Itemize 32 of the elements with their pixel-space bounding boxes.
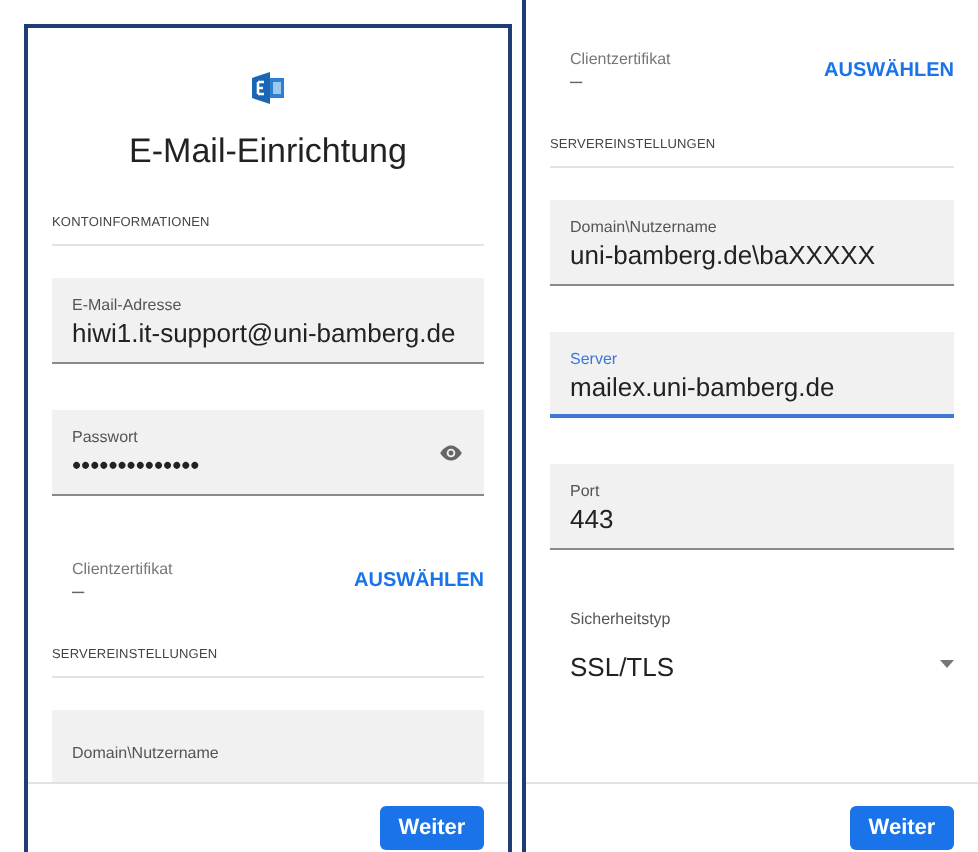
select-link[interactable]: AUSWÄHLEN [354, 570, 484, 592]
field-value: •••••••••••••• [72, 447, 202, 481]
field-value: – [72, 580, 87, 604]
text-field[interactable]: E-Mail-Adresse hiwi1.it-support@uni-bamberg.de [52, 278, 484, 364]
dropdown-field[interactable]: Sicherheitstyp SSL/TLS [570, 608, 954, 684]
eye-icon[interactable] [438, 440, 464, 466]
text-field[interactable]: Domain\Nutzername uni-bamberg.de\baXXXXX [550, 200, 954, 286]
field-value: SSL/TLS [570, 650, 677, 684]
logo-icon [252, 72, 284, 104]
next-button[interactable]: Weiter [380, 806, 484, 850]
text-field[interactable]: Server mailex.uni-bamberg.de [550, 332, 954, 418]
screen-title: E-Mail-Einrichtung [129, 132, 407, 172]
field-label: Clientzertifikat [72, 558, 175, 580]
caret-icon [940, 660, 954, 668]
select-link[interactable]: AUSWÄHLEN [824, 60, 954, 82]
field-value: uni-bamberg.de\baXXXXX [570, 237, 877, 271]
field-label: Domain\Nutzername [72, 742, 221, 764]
field-value: – [570, 70, 585, 94]
field-label: E-Mail-Adresse [72, 293, 184, 315]
field-value: hiwi1.it-support@uni-bamberg.de [72, 315, 458, 349]
field-label: Domain\Nutzername [570, 215, 719, 237]
field-label: Clientzertifikat [570, 48, 673, 70]
field-label: Passwort [72, 425, 140, 447]
field-label: Server [570, 347, 620, 369]
field-value: 443 [570, 501, 616, 535]
text-field[interactable]: Port 443 [550, 464, 954, 550]
next-button[interactable]: Weiter [850, 806, 954, 850]
password-field[interactable]: Passwort •••••••••••••• [52, 410, 484, 496]
field-value: mailex.uni-bamberg.de [570, 369, 837, 403]
text-field[interactable]: Domain\Nutzername [52, 710, 484, 782]
field-label: Sicherheitstyp [570, 608, 673, 630]
field-label: Port [570, 479, 602, 501]
